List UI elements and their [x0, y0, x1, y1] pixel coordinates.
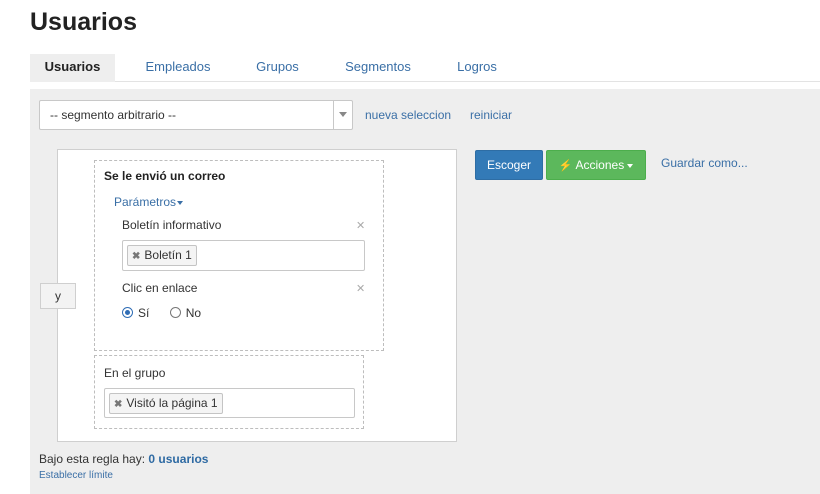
tag-group: ✖ Visitó la página 1 [109, 393, 223, 414]
condition-title: En el grupo [104, 366, 166, 380]
tab-usuarios[interactable]: Usuarios [30, 54, 115, 82]
tab-logros[interactable]: Logros [446, 54, 508, 82]
new-selection-link[interactable]: nueva seleccion [365, 108, 451, 122]
rule-box: Se le envió un correo Parámetros Boletín… [57, 149, 457, 442]
radio-yes-label: Sí [138, 306, 150, 320]
remove-tag-icon[interactable]: ✖ [114, 399, 122, 410]
param-label-newsletter: Boletín informativo [122, 218, 222, 232]
tab-segmentos[interactable]: Segmentos [336, 54, 420, 82]
parameters-toggle-label: Parámetros [114, 195, 177, 209]
segment-select-value: -- segmento arbitrario -- [50, 108, 177, 122]
tab-grupos[interactable]: Grupos [240, 54, 315, 82]
radio-no-label: No [185, 306, 202, 320]
radio-no[interactable] [169, 307, 181, 318]
link-click-radio-group: Sí No [122, 306, 201, 320]
save-as-link[interactable]: Guardar como... [661, 156, 748, 170]
rule-result-text: Bajo esta regla hay: 0 usuarios [39, 452, 208, 466]
tab-empleados[interactable]: Empleados [133, 54, 223, 82]
bolt-icon: ⚡ [558, 160, 573, 172]
dropdown-arrow-icon [333, 101, 352, 129]
reset-link[interactable]: reiniciar [470, 108, 512, 122]
tag-label: Visitó la página 1 [126, 396, 218, 410]
caret-down-icon [177, 200, 184, 205]
condition-title: Se le envió un correo [104, 169, 226, 183]
remove-param-icon[interactable]: ✕ [356, 282, 365, 295]
user-count[interactable]: 0 usuarios [148, 452, 208, 466]
remove-tag-icon[interactable]: ✖ [132, 251, 140, 262]
tag-newsletter: ✖ Boletín 1 [127, 245, 197, 266]
result-prefix: Bajo esta regla hay: [39, 452, 146, 466]
segment-panel: -- segmento arbitrario -- nueva seleccio… [30, 89, 820, 494]
caret-down-icon [627, 163, 634, 168]
remove-param-icon[interactable]: ✕ [356, 219, 365, 232]
group-tag-input[interactable]: ✖ Visitó la página 1 [104, 388, 355, 418]
page-title: Usuarios [30, 8, 137, 36]
operator-and-button[interactable]: y [40, 283, 76, 309]
newsletter-tag-input[interactable]: ✖ Boletín 1 [122, 240, 365, 271]
actions-button[interactable]: ⚡ Acciones [546, 150, 646, 180]
choose-button[interactable]: Escoger [475, 150, 543, 180]
set-limit-link[interactable]: Establecer límite [39, 470, 113, 481]
radio-yes[interactable] [122, 307, 133, 318]
param-label-link-click: Clic en enlace [122, 281, 198, 295]
condition-email-sent: Se le envió un correo Parámetros Boletín… [94, 160, 384, 351]
tag-label: Boletín 1 [144, 248, 192, 262]
condition-in-group: En el grupo ✖ Visitó la página 1 [94, 355, 364, 429]
tab-bar: Usuarios Empleados Grupos Segmentos Logr… [30, 54, 820, 82]
actions-button-label: Acciones [575, 158, 625, 172]
parameters-toggle[interactable]: Parámetros [114, 195, 184, 209]
segment-select[interactable]: -- segmento arbitrario -- [39, 100, 353, 130]
